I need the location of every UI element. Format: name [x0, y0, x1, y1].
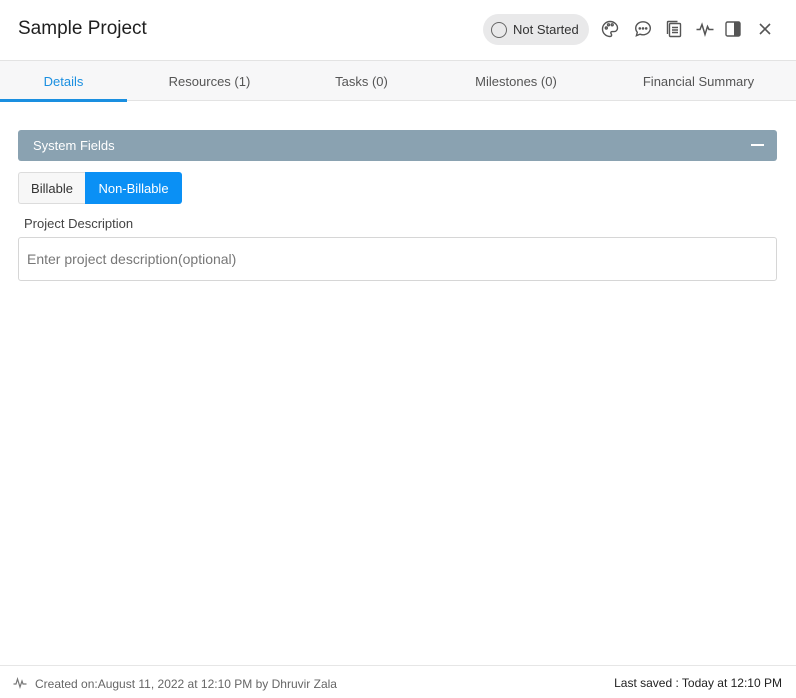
footer: Created on:August 11, 2022 at 12:10 PM b… [0, 665, 796, 698]
panel-icon[interactable] [722, 18, 744, 40]
page-title: Sample Project [18, 18, 147, 39]
last-saved-info: Last saved : Today at 12:10 PM [614, 676, 782, 690]
collapse-icon[interactable] [749, 137, 765, 153]
tab-bar: Details Resources (1) Tasks (0) Mileston… [0, 60, 796, 102]
tab-financial-summary[interactable]: Financial Summary [626, 61, 771, 101]
status-button[interactable]: Not Started [483, 14, 589, 45]
project-description-label: Project Description [24, 216, 134, 231]
comment-icon[interactable] [632, 18, 654, 40]
non-billable-button[interactable]: Non-Billable [85, 172, 182, 204]
activity-icon [13, 677, 27, 689]
close-icon[interactable] [754, 18, 776, 40]
system-fields-section-header[interactable]: System Fields [18, 130, 777, 161]
section-title: System Fields [33, 138, 115, 153]
tab-milestones[interactable]: Milestones (0) [446, 61, 586, 101]
palette-icon[interactable] [599, 18, 621, 40]
tab-resources[interactable]: Resources (1) [146, 61, 273, 101]
tab-tasks[interactable]: Tasks (0) [298, 61, 425, 101]
copy-icon[interactable] [663, 18, 685, 40]
project-description-input[interactable] [18, 237, 777, 281]
created-info: Created on:August 11, 2022 at 12:10 PM b… [35, 677, 337, 691]
billing-toggle: Billable Non-Billable [18, 172, 182, 204]
billable-button[interactable]: Billable [18, 172, 85, 204]
status-circle-icon [491, 21, 507, 38]
activity-icon[interactable] [694, 18, 716, 40]
tab-details[interactable]: Details [0, 61, 127, 102]
header: Sample Project Not Started [0, 0, 796, 60]
status-label: Not Started [513, 22, 579, 37]
